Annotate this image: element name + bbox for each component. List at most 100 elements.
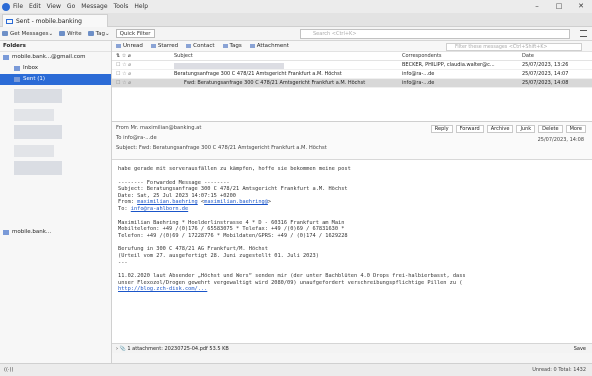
get-messages-button[interactable]: Get Messages ⌄ (2, 31, 53, 37)
archive-button[interactable]: Archive (486, 125, 514, 133)
thread-pane: Unread Starred Contact Tags Attachment F… (112, 41, 592, 122)
menu-edit[interactable]: Edit (29, 3, 41, 10)
subject-line: Subject: Fwd: Beratungsanfrage 300 C 478… (116, 145, 327, 151)
to-label: To (116, 135, 122, 141)
quick-filter-button[interactable]: Quick Filter (115, 29, 155, 38)
folder-pane-header: Folders (0, 41, 111, 52)
body-line: --- (118, 259, 128, 266)
row-flags: ☐ ☆ ⌀ (116, 80, 132, 86)
inbox-icon (14, 66, 20, 71)
redacted-folder (14, 89, 62, 103)
filter-attachment-button[interactable]: Attachment (249, 43, 289, 49)
body-line: habe gerade mit serverausfällen zu kämpf… (118, 166, 351, 172)
thunderbird-window: File Edit View Go Message Tools Help – □… (0, 0, 592, 376)
row-subject: Beratungsanfrage 300 C 478/21 Amtsgerich… (174, 71, 342, 77)
hamburger-menu-icon[interactable] (580, 30, 587, 37)
filter-contact-button[interactable]: Contact (186, 43, 215, 49)
star-icon (150, 44, 156, 48)
body-from-prefix: From: (118, 199, 138, 206)
global-search-input[interactable]: Search <Ctrl+K> (300, 29, 570, 39)
menu-go[interactable]: Go (67, 3, 75, 10)
body-line: Maximilian Baehring * Hoelderlinstrasse … (118, 219, 345, 226)
online-status-icon[interactable]: ((·)) (4, 367, 13, 373)
row-subject: Fwd: Beratungsanfrage 300 C 478/21 Amtsg… (184, 80, 366, 86)
forward-button[interactable]: Forward (455, 125, 484, 133)
menu-help[interactable]: Help (134, 3, 148, 10)
column-correspondents[interactable]: Correspondents (402, 53, 442, 59)
account-label: mobile.bank...@gmail.com (12, 54, 86, 60)
write-button[interactable]: Write (59, 31, 82, 37)
menu-file[interactable]: File (13, 3, 23, 10)
reply-button[interactable]: Reply (430, 125, 453, 133)
junk-button[interactable]: Junk (516, 125, 536, 133)
envelope-icon (116, 44, 121, 48)
filter-tags-button[interactable]: Tags (222, 43, 242, 49)
account-item-2[interactable]: mobile.bank... (0, 227, 111, 238)
body-line: Telefon: +49 /(0)69 / 17228776 * Mobilda… (118, 232, 348, 239)
pencil-icon (59, 31, 66, 36)
minimize-button[interactable]: – (526, 0, 548, 13)
contact-icon (186, 44, 192, 48)
maximize-button[interactable]: □ (548, 0, 570, 13)
account-icon (3, 55, 9, 60)
row-correspondents: BECKER, PHILIPP, claudia.walter@c... (402, 62, 495, 68)
row-date: 25/07/2023, 14:07 (522, 71, 569, 77)
filter-tags-label: Tags (229, 43, 242, 49)
menu-message[interactable]: Message (81, 3, 107, 10)
attachment-bar[interactable]: › 📎 1 attachment: 20230725-04.pdf 53.5 K… (112, 343, 592, 353)
table-row-selected[interactable]: ☐ ☆ ⌀ Fwd: Beratungsanfrage 300 C 478/21… (112, 79, 592, 88)
tab-label: Sent - mobile.banking (16, 17, 82, 25)
folder-sent[interactable]: Sent (1) (0, 74, 111, 85)
main-toolbar: Get Messages ⌄ Write Tag ⌄ Quick Filter … (0, 27, 592, 41)
thread-column-icon[interactable]: ⇅ ☆ ⌀ (116, 53, 131, 59)
more-button[interactable]: More (565, 125, 586, 133)
body-link[interactable]: http://blog.zch-disk.com/... (118, 286, 592, 293)
table-row[interactable]: ☐ ☆ ⌀ BECKER, PHILIPP, claudia.walter@c.… (112, 61, 592, 70)
filter-messages-input[interactable]: Filter these messages <Ctrl+Shift+K> (446, 43, 582, 51)
tab-sent[interactable]: Sent - mobile.banking (2, 14, 108, 27)
row-correspondents: info@ra-...de (402, 80, 435, 86)
tag-icon (87, 31, 94, 36)
delete-button[interactable]: Delete (538, 125, 563, 133)
filter-unread-button[interactable]: Unread (116, 43, 143, 49)
quick-filter-bar: Unread Starred Contact Tags Attachment F… (112, 41, 592, 52)
paperclip-icon: › 📎 (116, 345, 128, 352)
filter-attachment-label: Attachment (256, 43, 289, 49)
tag-button[interactable]: Tag ⌄ (87, 30, 110, 37)
paperclip-icon (249, 44, 255, 48)
tag-label: Tag (95, 30, 105, 37)
body-line: Date: Sat, 25 Jul 2023 14:07:15 +0200 (118, 192, 236, 199)
tag-icon (222, 44, 228, 48)
from-value[interactable]: Mr. maximilian@banking.at (131, 125, 202, 131)
body-to-prefix: To: (118, 205, 131, 212)
save-attachment-button[interactable]: Save (574, 346, 586, 352)
row-date: 25/07/2023, 14:08 (522, 80, 569, 86)
to-value[interactable]: info@ra-...de (123, 135, 157, 141)
body-line: Mobiltelefon: +49 /(0)176 / 65583075 * T… (118, 226, 345, 233)
body-line-to: To: info@ra-ahlborn.de (118, 206, 592, 213)
subject-value: Fwd: Beratungsanfrage 300 C 478/21 Amtsg… (138, 145, 327, 151)
account-item[interactable]: mobile.bank...@gmail.com (0, 52, 111, 63)
folder-inbox-label: Inbox (23, 65, 39, 71)
column-date[interactable]: Date (522, 53, 534, 59)
column-subject[interactable]: Subject (174, 53, 193, 59)
body-line: unser Flexozol/Drogen gewehrt vergewalti… (118, 279, 463, 286)
body-from-link[interactable]: maximilian.baehring (137, 199, 198, 205)
redacted-folder (14, 109, 54, 121)
message-date: 25/07/2023, 14:08 (537, 137, 584, 143)
body-line: Berufung in 300 C 478/21 AG Frankfurt/M.… (118, 246, 268, 253)
table-row[interactable]: ☐ ☆ ⌀ Beratungsanfrage 300 C 478/21 Amts… (112, 70, 592, 79)
account-2-label: mobile.bank... (12, 229, 52, 235)
menu-view[interactable]: View (47, 3, 61, 10)
filter-starred-button[interactable]: Starred (150, 43, 178, 49)
close-window-button[interactable]: ✕ (570, 0, 592, 13)
subject-label: Subject (116, 145, 136, 151)
body-from-email-link[interactable]: maximilian.baehring@ (204, 199, 268, 205)
folder-inbox[interactable]: Inbox (0, 63, 111, 74)
menu-tools[interactable]: Tools (114, 3, 129, 10)
filter-contact-label: Contact (193, 43, 215, 49)
message-header: From Mr. maximilian@banking.at To info@r… (112, 122, 592, 160)
from-line: From Mr. maximilian@banking.at (116, 125, 201, 131)
body-line: Subject: Beratungsanfrage 300 C 478/21 A… (118, 186, 348, 193)
body-to-link[interactable]: info@ra-ahlborn.de (131, 206, 188, 212)
